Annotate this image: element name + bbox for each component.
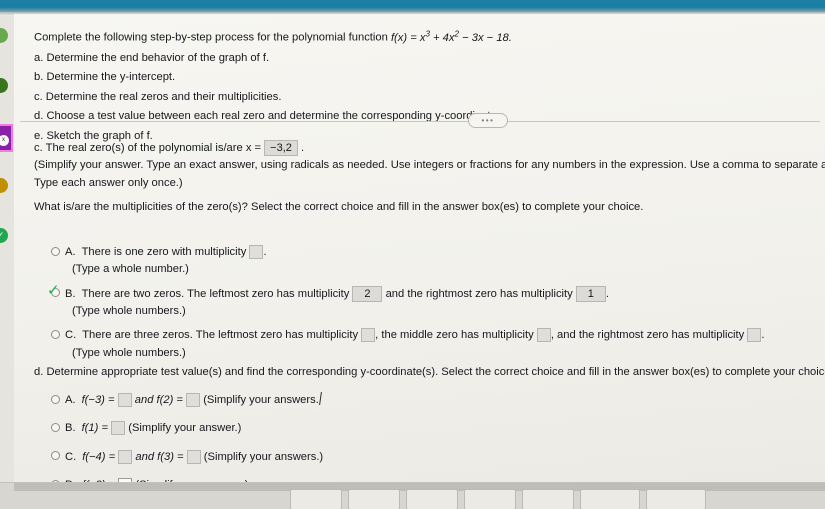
option-c-c-letter: C.	[65, 329, 77, 342]
option-c-a[interactable]: A. There is one zero with multiplicity . …	[51, 244, 825, 279]
toolbar-button-strip	[290, 489, 706, 509]
option-c-c-note: (Type whole numbers.)	[72, 346, 186, 359]
browser-chrome-bar	[0, 0, 825, 12]
part-c-block: c. The real zero(s) of the polynomial is…	[34, 140, 825, 192]
option-d-a-expr1: f(−3) =	[81, 394, 115, 406]
option-d-b-box1[interactable]	[111, 421, 126, 436]
option-d-b-letter: B.	[65, 422, 76, 435]
option-d-a[interactable]: A. f(−3) = and f(2) = (Simplify your answ…	[51, 390, 825, 409]
radio-d-a[interactable]	[51, 394, 60, 404]
radio-d-b[interactable]	[51, 422, 60, 432]
toolbar-button-2[interactable]	[348, 489, 400, 509]
option-d-c-note: (Simplify your answers.)	[203, 450, 324, 463]
option-d-a-letter: A.	[65, 394, 76, 406]
fn-mid: + 4x	[429, 31, 455, 44]
extension-icon-check-green[interactable]: ✓	[0, 228, 8, 243]
option-c-a-suffix: .	[263, 246, 267, 258]
problem-lead: Complete the following step-by-step proc…	[34, 28, 804, 47]
option-c-c-row[interactable]: C. There are three zeros. The leftmost ze…	[51, 327, 825, 344]
radio-d-c[interactable]	[51, 451, 60, 461]
option-d-a-conj: and f(2) =	[134, 394, 183, 406]
part-c-zeros-prefix: c. The real zero(s) of the polynomial is…	[34, 142, 262, 154]
option-c-b-note: (Type whole numbers.)	[72, 305, 186, 318]
part-c-instruction-1: (Simplify your answer. Type an exact ans…	[34, 159, 825, 172]
multiplicity-question: What is/are the multiplicities of the ze…	[34, 201, 644, 213]
test-value-option-group: A. f(−3) = and f(2) = (Simplify your answ…	[51, 390, 825, 484]
option-d-c-conj: and f(3) =	[135, 450, 184, 463]
part-d-intro: d. Determine appropriate test value(s) a…	[34, 366, 825, 378]
ellipsis-pill-icon[interactable]: •••	[468, 113, 508, 128]
option-c-a-note: (Type a whole number.)	[72, 263, 189, 276]
problem-lead-text: Complete the following step-by-step proc…	[34, 31, 391, 44]
option-c-b-text: There are two zeros. The leftmost zero h…	[81, 287, 350, 300]
fn-tail: − 3x − 18.	[459, 31, 512, 44]
extension-tile-purple-active[interactable]: x	[0, 124, 13, 152]
option-d-b-row[interactable]: B. f(1) = (Simplify your answer.)	[51, 420, 825, 437]
radio-c-a[interactable]	[51, 246, 60, 256]
zeros-answer-box[interactable]: −3,2	[264, 140, 298, 157]
option-c-c-box3[interactable]	[747, 328, 762, 343]
fn-base: f(x) = x	[390, 31, 426, 44]
cursor-checkmark-icon: ✓	[47, 281, 60, 299]
option-c-c-suffix: .	[761, 329, 765, 342]
app-window: x ✓ Complete the following step-by-step …	[0, 0, 825, 509]
divider-rule	[20, 121, 820, 122]
option-c-b-box1[interactable]: 2	[352, 285, 383, 302]
toolbar-button-6[interactable]	[580, 489, 640, 509]
option-c-c-box2[interactable]	[536, 328, 551, 343]
option-d-c-letter: C.	[65, 450, 77, 463]
option-c-c-mid2: , and the rightmost zero has multiplicit…	[550, 329, 745, 342]
part-c-zeros-suffix: .	[301, 142, 305, 154]
toolbar-button-4[interactable]	[464, 489, 516, 509]
option-c-c[interactable]: C. There are three zeros. The leftmost ze…	[51, 327, 825, 362]
extension-icon-orange[interactable]	[0, 178, 8, 193]
extension-icon-green[interactable]	[0, 78, 8, 93]
part-c-zeros-line: c. The real zero(s) of the polynomial is…	[34, 140, 824, 157]
extension-badge-icon: x	[0, 135, 9, 146]
extension-sidebar: x ✓	[0, 16, 14, 509]
option-d-c-box2[interactable]	[186, 449, 201, 464]
toolbar-button-5[interactable]	[522, 489, 574, 509]
section-divider: •••	[20, 112, 820, 130]
option-c-b-letter: B.	[65, 287, 76, 300]
multiplicity-option-group: A. There is one zero with multiplicity . …	[47, 244, 825, 366]
option-d-a-row[interactable]: A. f(−3) = and f(2) = (Simplify your answ…	[51, 390, 825, 409]
option-d-a-note: (Simplify your answers.	[203, 394, 319, 406]
exercise-sheet: Complete the following step-by-step proc…	[14, 14, 825, 484]
option-c-a-box1[interactable]	[249, 245, 264, 260]
option-d-c-box1[interactable]	[118, 449, 133, 464]
toolbar-button-3[interactable]	[406, 489, 458, 509]
option-d-c-row[interactable]: C. f(−4) = and f(3) = (Simplify your answ…	[51, 449, 825, 466]
toolbar-button-1[interactable]	[290, 489, 342, 509]
option-c-c-text: There are three zeros. The leftmost zero…	[82, 329, 359, 342]
step-b: b. Determine the y-intercept.	[34, 71, 176, 84]
toolbar-button-7[interactable]	[646, 489, 706, 509]
option-d-b-note: (Simplify your answer.)	[128, 422, 242, 435]
option-d-a-box2[interactable]	[186, 393, 201, 408]
text-cursor-icon	[318, 392, 323, 405]
option-d-b[interactable]: B. f(1) = (Simplify your answer.)	[51, 420, 825, 437]
option-d-b-expr1: f(1) =	[81, 422, 109, 435]
part-c-instruction-2: Type each answer only once.)	[34, 176, 183, 189]
option-d-c[interactable]: C. f(−4) = and f(3) = (Simplify your answ…	[51, 449, 825, 466]
option-c-b-suffix: .	[605, 287, 609, 300]
option-c-b[interactable]: ✓ B. There are two zeros. The leftmost zer…	[47, 283, 825, 321]
option-c-a-text: There is one zero with multiplicity	[81, 246, 247, 258]
extension-icon-green-top[interactable]	[0, 28, 8, 43]
option-c-a-letter: A.	[65, 246, 76, 258]
option-c-b-box2[interactable]: 1	[575, 285, 606, 302]
option-c-c-box1[interactable]	[361, 328, 376, 343]
option-c-b-mid: and the rightmost zero has multiplicity	[385, 287, 573, 300]
option-d-c-expr1: f(−4) =	[82, 450, 116, 463]
polynomial-function: f(x) = x3 + 4x2 − 3x − 18.	[390, 29, 512, 44]
option-d-a-box1[interactable]	[117, 393, 132, 408]
radio-c-c[interactable]	[51, 329, 60, 339]
step-a: a. Determine the end behavior of the gra…	[34, 52, 270, 65]
option-c-b-row[interactable]: ✓ B. There are two zeros. The leftmost zer…	[47, 283, 825, 303]
step-c: c. Determine the real zeros and their mu…	[34, 90, 282, 103]
bottom-toolbar	[0, 482, 825, 509]
option-c-c-mid: , the middle zero has multiplicity	[375, 329, 534, 342]
option-c-a-row[interactable]: A. There is one zero with multiplicity .	[51, 244, 825, 261]
